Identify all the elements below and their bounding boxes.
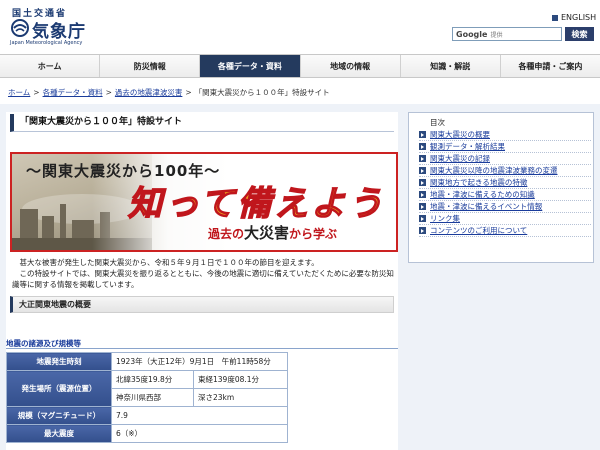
table-cell: 7.9 <box>111 406 288 425</box>
divider <box>6 348 398 349</box>
banner-subtitle-emphasis: 大災害 <box>244 224 290 242</box>
banner-subtitle-pre: 過去の <box>208 227 245 241</box>
english-link-label: ENGLISH <box>561 13 597 22</box>
toc-link[interactable]: 観測データ・解析結果 <box>430 141 505 152</box>
arrow-bullet-icon <box>419 143 426 150</box>
agency-name: 気象庁 <box>32 22 86 42</box>
table-row: 地震発生時刻 1923年（大正12年）9月1日 午前11時58分 <box>6 352 288 371</box>
breadcrumb-separator: > <box>185 88 192 97</box>
table-header-cell: 規模（マグニチュード） <box>6 406 112 425</box>
main-area: 「関東大震災から１００年」特設サイト ～関東大震災から100年～ 知って備えよう… <box>0 104 600 450</box>
intro-paragraph: この特設サイトでは、関東大震災を振り返るとともに、今後の地震に適切に備えていただ… <box>12 269 394 289</box>
table-row: 最大震度 6（※） <box>6 424 288 443</box>
breadcrumb-separator: > <box>33 88 40 97</box>
earthquake-info-table: 地震発生時刻 1923年（大正12年）9月1日 午前11時58分 発生場所（震源… <box>6 352 288 443</box>
toc-item[interactable]: リンク集 <box>419 213 591 225</box>
toc-item[interactable]: コンテンツのご利用について <box>419 225 591 237</box>
nav-item-data[interactable]: 各種データ・資料 <box>200 55 301 77</box>
toc-link[interactable]: 関東大震災の概要 <box>430 129 490 140</box>
toc-item[interactable]: 関東大震災の概要 <box>419 129 591 141</box>
table-cell: 東経139度08.1分 <box>193 370 288 389</box>
arrow-bullet-icon <box>419 227 426 234</box>
table-cell: 6（※） <box>111 424 288 443</box>
jma-logo[interactable]: 国土交通省 気象庁 Japan Meteorological Agency <box>8 6 98 46</box>
nav-item-regional[interactable]: 地域の情報 <box>301 55 401 77</box>
table-header-cell: 地震発生時刻 <box>6 352 112 371</box>
table-header-cell: 最大震度 <box>6 424 112 443</box>
content-column: 「関東大震災から１００年」特設サイト ～関東大震災から100年～ 知って備えよう… <box>6 112 398 450</box>
toc-link[interactable]: コンテンツのご利用について <box>430 225 527 236</box>
breadcrumb-home[interactable]: ホーム <box>8 88 30 97</box>
toc-link[interactable]: 関東大震災以降の地震津波業務の変遷 <box>430 165 558 176</box>
global-nav: ホーム 防災情報 各種データ・資料 地域の情報 知識・解説 各種申請・ご案内 <box>0 54 600 78</box>
table-row: 規模（マグニチュード） 7.9 <box>6 406 288 425</box>
breadcrumb-data[interactable]: 各種データ・資料 <box>43 88 103 97</box>
kanto-earthquake-banner[interactable]: ～関東大震災から100年～ 知って備えよう 過去の大災害から学ぶ <box>10 152 398 252</box>
toc-title: 目次 <box>430 118 445 127</box>
arrow-bullet-icon <box>419 179 426 186</box>
arrow-bullet-icon <box>419 203 426 210</box>
arrow-bullet-icon <box>419 131 426 138</box>
search-provider-label: 提供 <box>490 31 503 39</box>
table-cell: 1923年（大正12年）9月1日 午前11時58分 <box>111 352 288 371</box>
table-cell: 深さ23km <box>193 388 288 407</box>
nav-item-home[interactable]: ホーム <box>0 55 101 77</box>
table-row: 発生場所（震源位置） 北緯35度19.8分 東経139度08.1分 <box>6 370 288 407</box>
toc-link[interactable]: 地震・津波に備えるための知識 <box>430 189 535 200</box>
toc-link[interactable]: リンク集 <box>430 213 460 224</box>
english-link[interactable]: ENGLISH <box>552 13 596 22</box>
arrow-bullet-icon <box>419 155 426 162</box>
toc-item[interactable]: 地震・津波に備えるイベント情報 <box>419 201 591 213</box>
banner-subtitle-post: から学ぶ <box>289 227 338 241</box>
breadcrumb-past-disasters[interactable]: 過去の地震津波災害 <box>115 88 183 97</box>
toc-item[interactable]: 地震・津波に備えるための知識 <box>419 189 591 201</box>
toc-list: 関東大震災の概要 観測データ・解析結果 関東大震災の記録 関東大震災以降の地震津… <box>419 129 591 237</box>
intro-text: 甚大な被害が発生した関東大震災から、令和５年９月１日で１００年の節目を迎えます。… <box>12 257 396 290</box>
arrow-bullet-icon <box>419 215 426 222</box>
nav-item-disaster-info[interactable]: 防災情報 <box>100 55 201 77</box>
breadcrumb: ホーム > 各種データ・資料 > 過去の地震津波災害 > 「関東大震災から１００年」特設サイ… <box>8 87 330 98</box>
intro-paragraph: 甚大な被害が発生した関東大震災から、令和５年９月１日で１００年の節目を迎えます。 <box>12 258 319 267</box>
arrow-bullet-icon <box>419 167 426 174</box>
agency-name-en: Japan Meteorological Agency <box>10 40 83 46</box>
square-bullet-icon <box>552 14 558 21</box>
arrow-bullet-icon <box>419 191 426 198</box>
toc-link[interactable]: 関東大震災の記録 <box>430 153 490 164</box>
section-heading: 大正関東地震の概要 <box>10 296 394 313</box>
breadcrumb-separator: > <box>105 88 112 97</box>
search-input[interactable]: Google 提供 <box>452 27 562 41</box>
site-header: 国土交通省 気象庁 Japan Meteorological Agency EN… <box>0 0 600 50</box>
search-button[interactable]: 検索 <box>565 27 594 41</box>
nav-item-knowledge[interactable]: 知識・解説 <box>401 55 501 77</box>
toc-link[interactable]: 地震・津波に備えるイベント情報 <box>430 201 542 212</box>
banner-slogan: 知って備えよう <box>127 183 386 224</box>
banner-subtitle: 過去の大災害から学ぶ <box>208 222 337 243</box>
toc-item[interactable]: 観測データ・解析結果 <box>419 141 591 153</box>
google-logo: Google <box>456 29 488 39</box>
table-header-cell: 発生場所（震源位置） <box>6 370 112 407</box>
toc-item[interactable]: 関東大震災以降の地震津波業務の変遷 <box>419 165 591 177</box>
table-of-contents: 目次 関東大震災の概要 観測データ・解析結果 関東大震災の記録 関東大震災以降の… <box>408 112 594 263</box>
page-title: 「関東大震災から１００年」特設サイト <box>10 114 394 132</box>
table-cell: 神奈川県西部 <box>111 388 194 407</box>
toc-item[interactable]: 関東大震災の記録 <box>419 153 591 165</box>
nav-item-applications[interactable]: 各種申請・ご案内 <box>501 55 600 77</box>
table-cell: 北緯35度19.8分 <box>111 370 194 389</box>
toc-item[interactable]: 関東地方で起きる地震の特徴 <box>419 177 591 189</box>
jma-logo-icon <box>11 19 29 37</box>
toc-link[interactable]: 関東地方で起きる地震の特徴 <box>430 177 527 188</box>
breadcrumb-current: 「関東大震災から１００年」特設サイト <box>194 88 330 97</box>
